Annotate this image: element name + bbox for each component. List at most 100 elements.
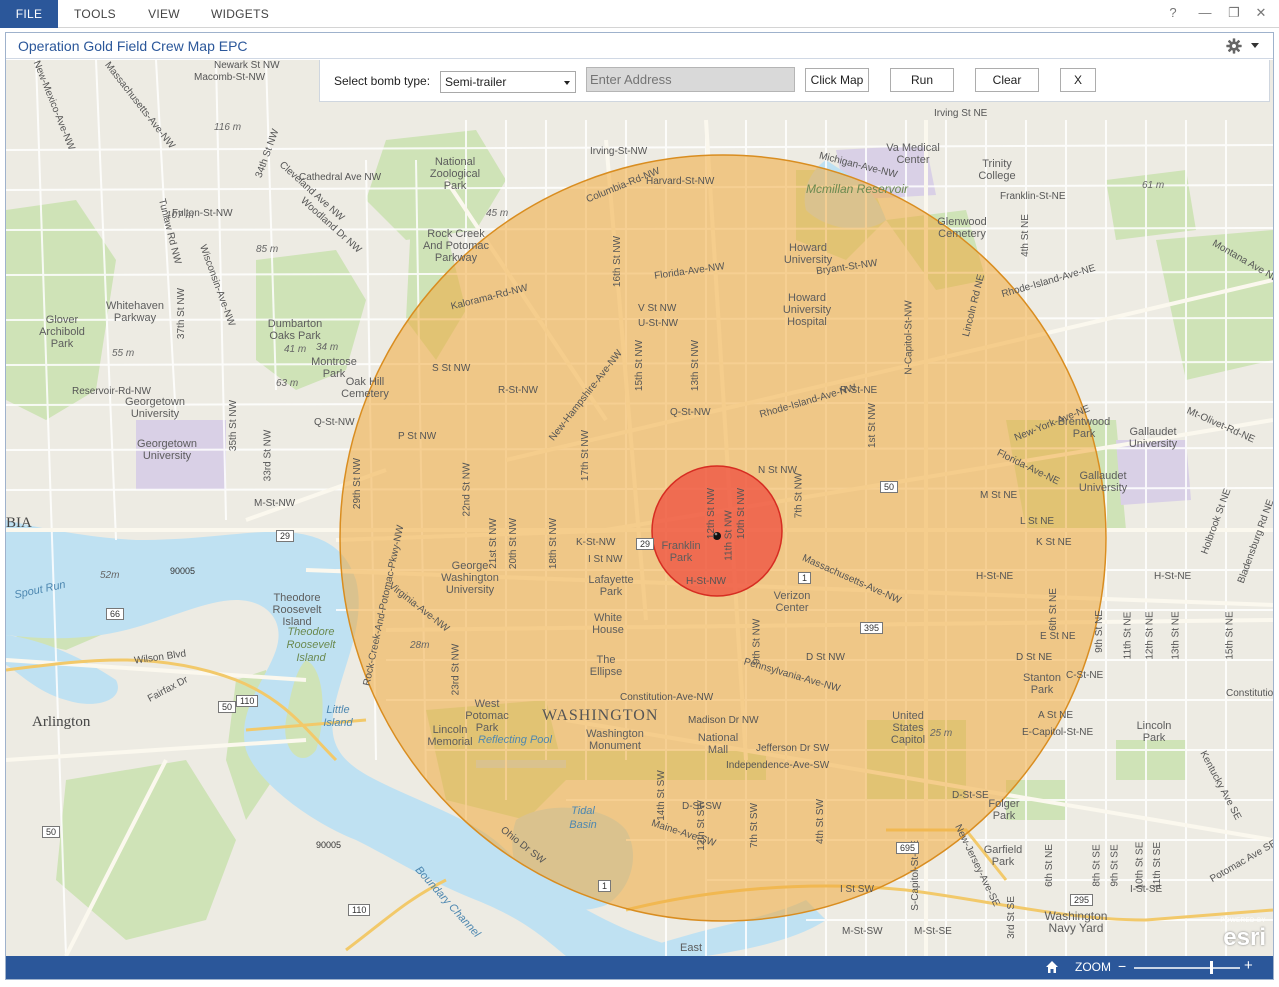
- click-map-button[interactable]: Click Map: [805, 68, 869, 92]
- elevation-label: 61 m: [1142, 180, 1165, 191]
- place-label: Mcmillan Reservoir: [806, 182, 909, 196]
- place-label: Little Island: [323, 704, 353, 729]
- place-label: Tidal Basin: [569, 805, 597, 831]
- route-shield: 1: [598, 880, 612, 892]
- street-label: M-St-NW: [254, 498, 296, 509]
- place-label: Trinity College: [978, 158, 1016, 182]
- gear-icon[interactable]: [1225, 37, 1243, 55]
- street-label: M St NE: [980, 490, 1018, 501]
- zoom-slider-thumb[interactable]: [1210, 961, 1213, 974]
- place-label: Whitehaven Parkway: [105, 300, 165, 324]
- map-view[interactable]: WASHINGTON Arlington BIA Macomb-St-NW Ne…: [6, 60, 1273, 956]
- place-label: Glenwood Cemetery: [937, 216, 987, 240]
- street-label: K St NE: [1036, 537, 1072, 548]
- street-label: 20th St NW: [508, 517, 520, 570]
- street-label: 7th St SW: [749, 802, 761, 849]
- elevation-label: 25 m: [930, 728, 953, 739]
- route-shield: 66: [106, 608, 125, 620]
- street-label: 4th St NE: [1019, 214, 1031, 257]
- close-widget-button[interactable]: X: [1060, 68, 1096, 92]
- street-label: 1st St NW: [867, 402, 879, 449]
- place-label: Dumbarton Oaks Park: [267, 318, 323, 342]
- street-label: R-St-NW: [498, 385, 538, 396]
- tab-view[interactable]: VIEW: [138, 0, 190, 28]
- street-label: Q-St-NW: [314, 417, 355, 428]
- tab-widgets[interactable]: WIDGETS: [206, 0, 274, 28]
- street-label: D St NW: [806, 652, 845, 663]
- place-label: Howard University Hospital: [782, 292, 832, 328]
- street-label: Jefferson Dr SW: [756, 743, 830, 754]
- place-label: Va Medical Center: [886, 142, 940, 166]
- place-label: Washington Monument: [586, 728, 644, 752]
- street-label: I St NW: [588, 554, 623, 565]
- street-label: U-St-NW: [638, 318, 678, 329]
- street-label: Irving St NE: [934, 108, 988, 119]
- zoom-out-button[interactable]: −: [1118, 958, 1126, 974]
- place-label: Georgetown University: [137, 438, 197, 462]
- place-label: Glover Archibold Park: [39, 314, 85, 350]
- elevation-label: 28m: [410, 640, 430, 651]
- street-label: 13th St NE: [1170, 611, 1182, 660]
- bomb-tool-widget: Select bomb type: Semi-trailer Click Map…: [319, 60, 1270, 102]
- place-label: Verizon Center: [773, 590, 811, 614]
- street-label: A St NE: [1038, 710, 1074, 721]
- route-shield: 110: [348, 904, 371, 916]
- city-label: WASHINGTON: [542, 707, 659, 724]
- bomb-type-select[interactable]: Semi-trailer: [440, 71, 576, 93]
- place-label: Rock Creek And Potomac Parkway: [422, 228, 490, 264]
- street-label: S St NW: [432, 363, 471, 374]
- elevation-label: 63 m: [276, 378, 299, 389]
- street-label: 4th St SW: [815, 798, 827, 845]
- route-shield: 29: [636, 538, 655, 550]
- home-icon[interactable]: [1044, 959, 1060, 975]
- street-label: 14th St SW: [655, 770, 667, 821]
- street-label: 37th St NW: [176, 287, 188, 340]
- place-label: Folger Park: [988, 798, 1020, 822]
- street-label: N St NW: [758, 465, 797, 476]
- restore-icon[interactable]: ❐: [1224, 4, 1244, 22]
- street-label: Newark St NW: [214, 60, 280, 71]
- street-label: 35th St NW: [228, 399, 240, 452]
- street-label: 17th St NW: [580, 429, 592, 482]
- street-label: H-St-NE: [1154, 571, 1192, 582]
- zoom-in-button[interactable]: +: [1244, 957, 1253, 974]
- place-label: Franklin Park: [661, 540, 701, 564]
- minimize-icon[interactable]: —: [1195, 4, 1215, 22]
- zoom-label: ZOOM: [1075, 960, 1111, 974]
- street-label: P St NW: [398, 431, 437, 442]
- street-label: Cathedral Ave NW: [299, 172, 382, 183]
- street-label: Madison Dr NW: [688, 715, 759, 726]
- elevation-label: 34 m: [316, 342, 339, 353]
- close-icon[interactable]: ✕: [1251, 4, 1271, 22]
- clear-button[interactable]: Clear: [975, 68, 1039, 92]
- street-label: H-St-NW: [686, 576, 726, 587]
- chevron-down-icon[interactable]: [1251, 43, 1259, 48]
- zoom-slider[interactable]: [1134, 967, 1240, 969]
- tab-tools[interactable]: TOOLS: [66, 0, 124, 28]
- address-input[interactable]: [586, 67, 795, 92]
- place-label: Lafayette Park: [588, 574, 634, 598]
- street-label: 9th St SE: [1109, 844, 1121, 887]
- route-shield: 1: [798, 572, 812, 584]
- bia-label: BIA: [6, 515, 32, 531]
- elevation-label: 85 m: [256, 244, 279, 255]
- street-label: 11th St NE: [1122, 611, 1134, 660]
- place-label: West Potomac Park: [465, 698, 509, 734]
- bomb-type-label: Select bomb type:: [334, 74, 431, 88]
- street-label: Constitution-Ave-NW: [620, 692, 714, 703]
- help-icon[interactable]: ?: [1163, 4, 1183, 22]
- run-button[interactable]: Run: [890, 68, 954, 92]
- street-label: 9th St NE: [1093, 610, 1105, 653]
- street-label: 33rd St NW: [262, 429, 274, 482]
- street-label: 7th St NW: [793, 472, 805, 519]
- route-shield: 295: [1070, 894, 1094, 906]
- street-label: I St SW: [840, 884, 874, 895]
- ribbon-menu: FILE TOOLS VIEW WIDGETS ? — ❐ ✕: [0, 0, 1279, 28]
- place-label: Washington Navy Yard: [1044, 909, 1108, 935]
- place-label: Brentwood Park: [1057, 416, 1111, 440]
- place-label: National Zoological Park: [429, 156, 481, 192]
- street-label: 11th St SE: [1152, 841, 1164, 890]
- tab-file[interactable]: FILE: [0, 0, 58, 28]
- panel-title: Operation Gold Field Crew Map EPC: [18, 38, 248, 54]
- route-shield: 90005: [316, 840, 342, 850]
